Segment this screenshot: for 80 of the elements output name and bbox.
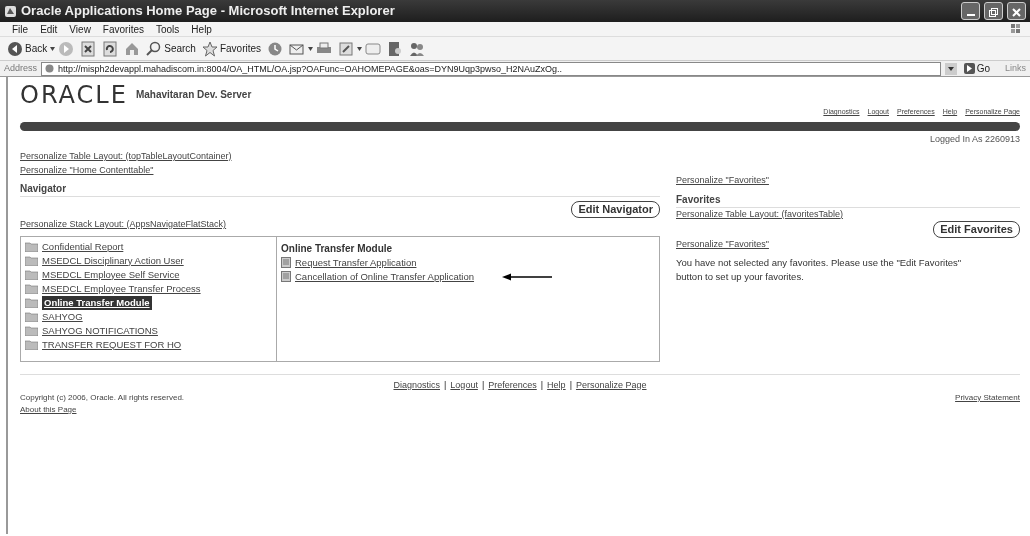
- navigator-item[interactable]: Online Transfer Module: [42, 295, 152, 310]
- menu-item[interactable]: Tools: [150, 21, 186, 37]
- footer-link[interactable]: Personalize Page: [575, 378, 647, 392]
- close-button[interactable]: [1007, 2, 1026, 20]
- address-text: http://misph2devappl.mahadiscom.in:8004/OA_HTML/OA.jsp?OAFunc=OAHOMEPAGE&oas=DYN9Uqp3pwso_H2NAuZxOg..: [58, 62, 563, 75]
- folder-icon: [25, 297, 38, 308]
- menu-item[interactable]: View: [63, 21, 97, 37]
- toolbar-button[interactable]: Back: [4, 40, 51, 57]
- address-label: Address: [4, 61, 38, 75]
- section-heading: Favorites: [676, 191, 1020, 208]
- footer-link[interactable]: Diagnostics: [393, 378, 440, 392]
- function-link[interactable]: Request Transfer Application: [295, 255, 417, 270]
- menu-item[interactable]: Help: [185, 21, 218, 37]
- toolbar-button[interactable]: Search: [143, 40, 199, 57]
- toolbar-button[interactable]: Favorites: [198, 40, 265, 57]
- edit-icon: [338, 40, 355, 57]
- people-icon: [409, 40, 426, 57]
- folder-icon: [25, 325, 38, 336]
- star-icon: [201, 40, 218, 57]
- minimize-button[interactable]: [961, 2, 980, 20]
- dropdown-icon[interactable]: [357, 46, 363, 51]
- address-field[interactable]: http://misph2devappl.mahadiscom.in:8004/OA_HTML/OA.jsp?OAFunc=OAHOMEPAGE&oas=DYN9Uqp3pwso_H2NAuZxOg..: [41, 61, 941, 76]
- footer-link[interactable]: Help: [547, 378, 566, 392]
- navigator-item[interactable]: MSEDCL Employee Self Service: [42, 267, 180, 282]
- stop-icon: [80, 40, 97, 57]
- restore-icon: [989, 7, 998, 17]
- personalize-link[interactable]: Personalize "Favorites": [676, 238, 769, 252]
- navigator-item[interactable]: MSEDCL Disciplinary Action User: [42, 253, 184, 268]
- logged-in-text: Logged In As 2260913: [929, 132, 1020, 146]
- server-name: Mahavitaran Dev. Server: [135, 88, 252, 102]
- refresh-icon: [102, 40, 119, 57]
- copyright-text: Copyright (c) 2006, Oracle. All rights reserved.: [20, 392, 185, 404]
- function-link[interactable]: Cancellation of Online Transfer Application: [295, 269, 475, 284]
- personalize-link[interactable]: Personalize Table Layout: (topTableLayoutContainer): [20, 150, 232, 164]
- favorites-message: You have not selected any favorites. Please use the "Edit Favorites" button to set up your favorites.: [676, 255, 963, 284]
- pointer-arrow-icon: [502, 272, 553, 281]
- about-link[interactable]: About this Page: [20, 404, 185, 416]
- personalize-link[interactable]: Personalize Table Layout: (favoritesTable): [676, 207, 843, 221]
- menu-item[interactable]: Edit: [34, 21, 64, 37]
- menu-item[interactable]: File: [6, 21, 35, 37]
- personalize-link[interactable]: Personalize "Favorites": [676, 174, 769, 188]
- separator: |: [443, 378, 448, 392]
- menu-item[interactable]: Favorites: [96, 21, 150, 37]
- folder-icon: [25, 339, 38, 350]
- privacy-link[interactable]: Privacy Statement: [955, 392, 1020, 404]
- close-icon: [1012, 7, 1021, 17]
- folder-icon: [25, 255, 38, 266]
- dropdown-icon[interactable]: [308, 46, 314, 51]
- separator: |: [480, 378, 486, 392]
- dropdown-icon[interactable]: [944, 62, 957, 75]
- navigator-item[interactable]: SAHYOG NOTIFICATIONS: [42, 323, 158, 338]
- section-heading: Navigator: [20, 181, 660, 197]
- search-icon: [146, 40, 163, 57]
- separator: |: [539, 378, 545, 392]
- folder-icon: [25, 241, 38, 252]
- restore-button[interactable]: [984, 2, 1003, 20]
- folder-icon: [25, 269, 38, 280]
- home-icon: [124, 40, 141, 57]
- history-icon: [267, 40, 284, 57]
- footer-link[interactable]: Preferences: [488, 378, 537, 392]
- windows-flag-icon: [1010, 23, 1022, 35]
- personalize-link[interactable]: Personalize Stack Layout: (AppsNavigateFlatStack): [20, 218, 227, 232]
- go-button[interactable]: Go: [960, 61, 993, 76]
- footer-link[interactable]: Logout: [450, 378, 478, 392]
- browser-icon: [4, 4, 17, 18]
- navigator-item[interactable]: MSEDCL Employee Transfer Process: [42, 281, 201, 296]
- personalize-link[interactable]: Personalize "Home Contenttable": [20, 163, 154, 177]
- separator: |: [568, 378, 573, 392]
- dropdown-icon[interactable]: [50, 46, 56, 51]
- edit-navigator-button[interactable]: Edit Navigator: [571, 201, 660, 218]
- window-title: Oracle Applications Home Page - Microsoft Internet Explorer: [21, 2, 395, 21]
- navigator-item[interactable]: SAHYOG: [42, 309, 83, 324]
- module-heading: Online Transfer Module: [281, 241, 394, 256]
- navigator-item[interactable]: Confidential Report: [42, 239, 124, 254]
- navigator-item[interactable]: TRANSFER REQUEST FOR HO: [42, 337, 182, 352]
- folder-icon: [25, 283, 38, 294]
- oracle-logo: ORACLE: [20, 83, 128, 107]
- go-arrow-icon: [963, 63, 975, 74]
- folder-icon: [25, 311, 38, 322]
- edit-favorites-button[interactable]: Edit Favorites: [933, 221, 1020, 238]
